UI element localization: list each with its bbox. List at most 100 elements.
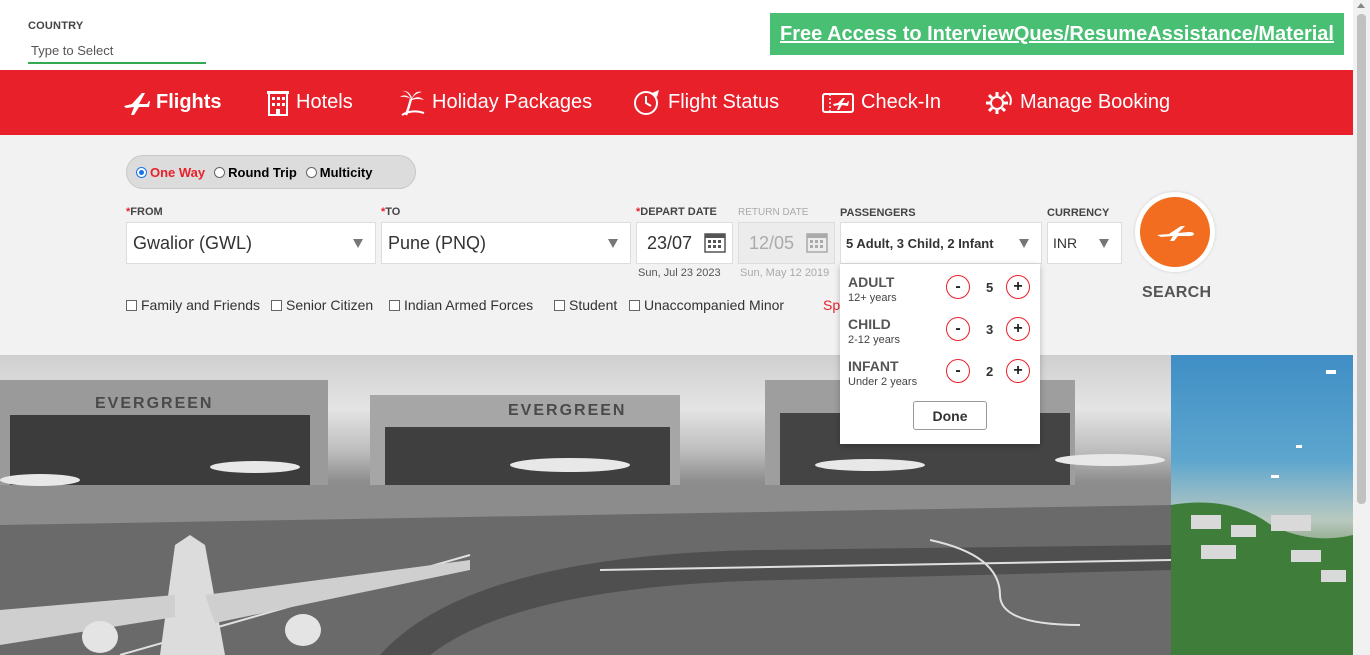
nav-label: Holiday Packages [432,91,593,113]
infant-row: INFANT Under 2 years - 2 + [848,356,1032,390]
plane-icon [1157,226,1194,241]
currency-value: INR [1053,235,1078,251]
return-date-value: 12/05 [749,232,795,253]
passengers-value: 5 Adult, 3 Child, 2 Infant [846,235,994,251]
plane-icon [124,92,150,115]
special-assistance-link[interactable]: Sp [823,297,840,313]
adult-label: ADULT [848,274,895,290]
search-button-inner [1140,197,1210,267]
country-label: COUNTRY [28,20,84,32]
palm-tree-icon [400,90,425,116]
child-row: CHILD 2-12 years - 3 + [848,314,1032,348]
nav-manage-booking[interactable]: Manage Booking [984,70,1170,135]
trip-multicity[interactable]: Multicity [305,164,373,180]
scroll-up-arrow[interactable] [1357,3,1365,8]
adult-count: 5 [986,280,994,295]
adult-minus-button[interactable]: - [946,275,970,299]
infant-age: Under 2 years [848,376,918,388]
adult-row: ADULT 12+ years - 5 + [848,272,1032,306]
passenger-dropdown: ADULT 12+ years - 5 + CHILD 2-12 years -… [840,264,1040,444]
adult-age: 12+ years [848,292,897,304]
nav-label: Manage Booking [1020,91,1171,113]
chevron-down-icon [608,239,618,248]
hotel-icon [267,90,289,116]
round-trip-label: Round Trip [228,164,297,180]
depart-date-full: Sun, Jul 23 2023 [638,267,721,279]
hangar-sign-1: EVERGREEN [95,395,213,412]
student-checkbox[interactable]: Student [554,297,617,313]
child-label: CHILD [848,316,891,332]
multicity-radio[interactable] [305,166,317,178]
depart-date-label: *DEPART DATE [636,206,717,218]
senior-citizen-checkbox[interactable]: Senior Citizen [271,297,373,313]
checkbox[interactable] [554,299,565,311]
nav-label: Hotels [296,91,353,113]
nav-label: Check-In [861,91,942,113]
coastline-illustration [1171,370,1353,655]
checkbox[interactable] [389,299,400,311]
nav-flights[interactable]: Flights [122,70,222,135]
chevron-down-icon [1099,239,1109,248]
to-select[interactable]: Pune (PNQ) [381,222,631,264]
nav-hotels[interactable]: Hotels [266,70,353,135]
done-button[interactable]: Done [913,401,987,430]
checkbox[interactable] [629,299,640,311]
trip-round-trip[interactable]: Round Trip [214,165,297,180]
checkbox[interactable] [126,299,137,311]
promo-link[interactable]: Free Access to InterviewQues/ResumeAssis… [770,13,1344,55]
search-panel: One Way Round Trip Multicity *FROM *TO *… [0,135,1353,355]
search-label: SEARCH [1142,284,1212,301]
infant-minus-button[interactable]: - [946,359,970,383]
child-minus-button[interactable]: - [946,317,970,341]
return-date-full: Sun, May 12 2019 [740,267,830,279]
passengers-label: PASSENGERS [840,207,916,219]
scrollbar-thumb[interactable] [1357,14,1366,504]
family-friends-checkbox[interactable]: Family and Friends [126,297,260,313]
child-plus-button[interactable]: + [1006,317,1030,341]
calendar-icon[interactable] [704,231,726,253]
currency-select[interactable]: INR [1047,222,1122,264]
nav-label: Flight Status [668,91,780,113]
multicity-label: Multicity [319,164,373,180]
nav-label: Flights [156,91,222,113]
trip-one-way[interactable]: One Way [136,165,205,180]
from-label: *FROM [126,206,163,218]
trip-type-toggle: One Way Round Trip Multicity [126,155,416,189]
to-label: *TO [381,206,401,218]
gear-icon [986,90,1012,114]
hangar-sign-2: EVERGREEN [508,402,626,419]
passengers-select[interactable]: 5 Adult, 3 Child, 2 Infant [840,222,1042,264]
one-way-label: One Way [150,164,206,180]
return-date-field[interactable]: 12/05 [738,222,835,264]
from-value: Gwalior (GWL) [133,232,253,253]
main-nav: Flights Hotels Holiday Packages Flight S… [0,70,1353,135]
page-scrollbar[interactable] [1353,0,1370,655]
one-way-radio[interactable] [136,166,147,178]
infant-count: 2 [986,364,994,379]
infant-plus-button[interactable]: + [1006,359,1030,383]
to-value: Pune (PNQ) [388,232,487,253]
unaccompanied-minor-checkbox[interactable]: Unaccompanied Minor [629,297,784,313]
return-date-label: RETURN DATE [738,207,809,218]
checkbox[interactable] [271,299,282,311]
depart-date-value: 23/07 [647,232,693,253]
calendar-icon [806,233,828,253]
child-count: 3 [986,322,994,337]
chevron-down-icon [1019,239,1029,248]
adult-plus-button[interactable]: + [1006,275,1030,299]
round-trip-radio[interactable] [214,166,226,178]
clock-plane-icon [634,89,659,115]
ticket-icon [822,92,854,113]
depart-date-field[interactable]: 23/07 [636,222,733,264]
from-select[interactable]: Gwalior (GWL) [126,222,376,264]
armed-forces-checkbox[interactable]: Indian Armed Forces [389,297,533,313]
country-selector: COUNTRY [28,20,206,64]
chevron-down-icon [353,239,363,248]
nav-check-in[interactable]: Check-In [821,70,941,135]
infant-label: INFANT [848,358,899,374]
coastal-image [1171,355,1353,655]
search-button[interactable] [1135,192,1215,272]
country-input[interactable] [28,38,206,64]
nav-holiday-packages[interactable]: Holiday Packages [398,70,592,135]
nav-flight-status[interactable]: Flight Status [632,70,779,135]
